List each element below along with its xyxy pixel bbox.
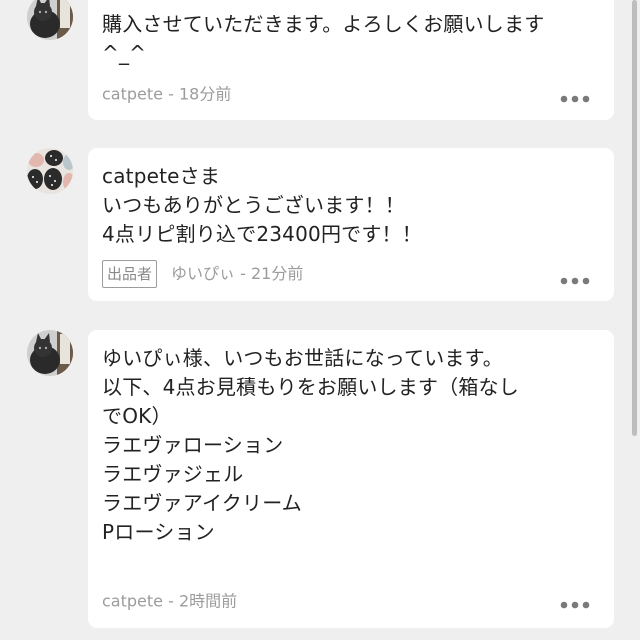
comment-message: ゆいぴぃ様、いつもお世話になっています。 以下、4点お見積もりをお願いします（箱…: [102, 346, 519, 544]
comment-card: catpeteさま いつもありがとうございます！！ 4点リピ割り込で23400円…: [88, 148, 614, 301]
comment-time: 2時間前: [178, 591, 238, 611]
comment-card: 購入させていただきます。よろしくお願いします ^_^ catpete - 18分…: [88, 0, 614, 120]
seller-badge: 出品者: [102, 260, 158, 288]
comment-thread: 購入させていただきます。よろしくお願いします ^_^ catpete - 18分…: [0, 0, 640, 640]
more-dots-icon[interactable]: [560, 95, 590, 103]
comment-card: ゆいぴぃ様、いつもお世話になっています。 以下、4点お見積もりをお願いします（箱…: [88, 330, 614, 628]
comment-time: 21分前: [250, 264, 304, 283]
meta-separator: -: [235, 264, 251, 283]
comment-time: 18分前: [178, 84, 232, 104]
comment-meta: 出品者 ゆいぴぃ - 21分前: [102, 260, 303, 288]
comment-author[interactable]: ゆいぴぃ: [171, 264, 235, 283]
pattern-avatar-icon[interactable]: [27, 148, 73, 194]
cat-avatar-icon[interactable]: [27, 330, 73, 376]
meta-separator: -: [163, 591, 179, 611]
scrollbar[interactable]: [632, 0, 637, 436]
cat-avatar-icon[interactable]: [27, 0, 73, 40]
meta-separator: -: [163, 84, 179, 104]
comment-author[interactable]: catpete: [102, 85, 163, 104]
more-dots-icon[interactable]: [560, 277, 590, 285]
comment-author[interactable]: catpete: [102, 592, 163, 611]
comment-meta: catpete - 18分前: [102, 84, 231, 105]
comment-message: catpeteさま いつもありがとうございます！！ 4点リピ割り込で23400円…: [102, 164, 422, 246]
comment-meta: catpete - 2時間前: [102, 591, 237, 612]
comment-message: 購入させていただきます。よろしくお願いします ^_^: [102, 12, 545, 65]
more-dots-icon[interactable]: [560, 601, 590, 609]
